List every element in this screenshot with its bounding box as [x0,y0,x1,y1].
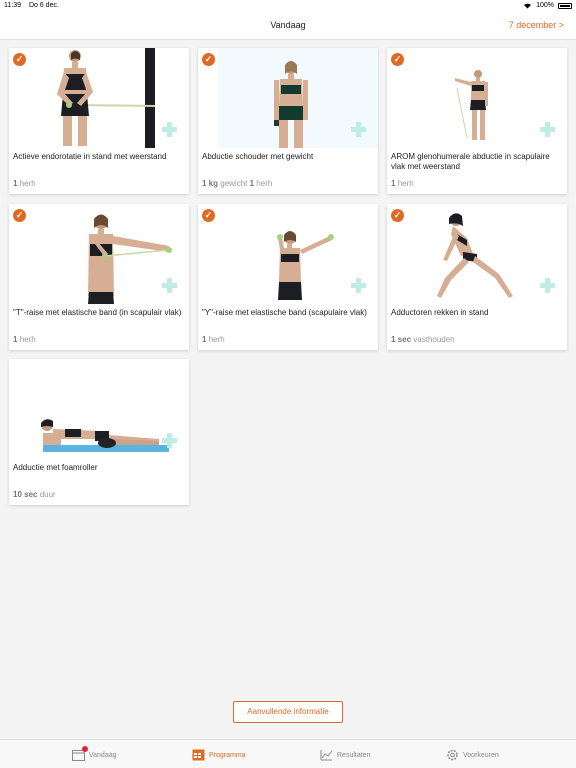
wifi-icon [524,3,532,9]
navigation-bar: Vandaag 7 december > [0,12,576,40]
exercise-card[interactable]: ✓ "T"-raise met elastische band (in scap… [9,204,189,350]
exercise-meta: 1 herh [391,179,414,188]
exercise-card[interactable]: ✓ Adductoren rekken in stand 1 sec vasth… [387,204,567,350]
exercise-title: "Y"-raise met elastische band (scapulair… [202,308,367,317]
completed-check-icon: ✓ [13,209,26,222]
tab-label: Resultaten [337,751,371,759]
add-icon[interactable] [351,122,366,137]
exercise-title: "T"-raise met elastische band (in scapul… [13,308,182,317]
exercise-title: Abductie schouder met gewicht [202,152,314,161]
add-icon[interactable] [540,122,555,137]
exercise-card[interactable]: ✓ AROM glenohumerale abductie in scapula… [387,48,567,194]
exercise-meta: 1 herh [202,335,225,344]
completed-check-icon: ✓ [202,209,215,222]
tab-bar: Vandaag Programma Resultaten Voorkeuren [0,739,576,768]
exercise-meta: 1 herh [13,179,36,188]
status-date: Do 6 dec. [28,2,59,9]
add-icon[interactable] [540,278,555,293]
add-icon[interactable] [162,122,177,137]
gear-icon [446,749,459,761]
status-time: 11:39 [4,2,21,9]
exercise-card[interactable]: ✓ Abductie schouder met gewicht 1 kg gew… [198,48,378,194]
status-bar: 11:39 Do 6 dec. 100% [0,0,576,12]
exercise-meta: 1 sec vasthouden [391,335,455,344]
exercise-meta: 1 kg gewicht 1 herh [202,179,273,188]
exercise-meta: 10 sec duur [13,490,56,499]
completed-check-icon: ✓ [391,53,404,66]
add-icon[interactable] [162,278,177,293]
add-icon[interactable] [351,278,366,293]
completed-check-icon: ✓ [391,209,404,222]
exercise-title: Adductoren rekken in stand [391,308,489,317]
exercise-card[interactable]: ✓ Actieve endorotatie in stand met weers… [9,48,189,194]
battery-icon [558,2,572,9]
exercise-title: AROM glenohumerale abductie in scapulair… [391,152,550,171]
tab-label: Voorkeuren [463,751,499,759]
chart-icon [320,749,333,761]
add-icon[interactable] [162,433,177,448]
page-title: Vandaag [270,20,306,30]
notification-badge [82,746,88,752]
tab-resultaten[interactable]: Resultaten [320,747,370,763]
calendar-icon [72,746,88,761]
exercise-title: Adductie met foamroller [13,463,98,472]
tab-label: Vandaag [89,751,117,759]
exercise-title: Actieve endorotatie in stand met weersta… [13,152,167,161]
tab-voorkeuren[interactable]: Voorkeuren [446,747,499,763]
program-icon [192,749,205,761]
tab-programma[interactable]: Programma [192,747,246,763]
next-day-link[interactable]: 7 december > [509,20,564,30]
completed-check-icon: ✓ [13,53,26,66]
completed-check-icon: ✓ [202,53,215,66]
tab-vandaag[interactable]: Vandaag [72,746,117,763]
exercise-meta: 1 herh [13,335,36,344]
exercise-card[interactable]: ✓ "Y"-raise met elastische band (scapula… [198,204,378,350]
exercise-card[interactable]: Adductie met foamroller 10 sec duur [9,359,189,505]
tab-label: Programma [209,751,246,759]
additional-info-button[interactable]: Aanvullende informatie [233,701,343,723]
battery-percentage: 100% [536,2,554,9]
